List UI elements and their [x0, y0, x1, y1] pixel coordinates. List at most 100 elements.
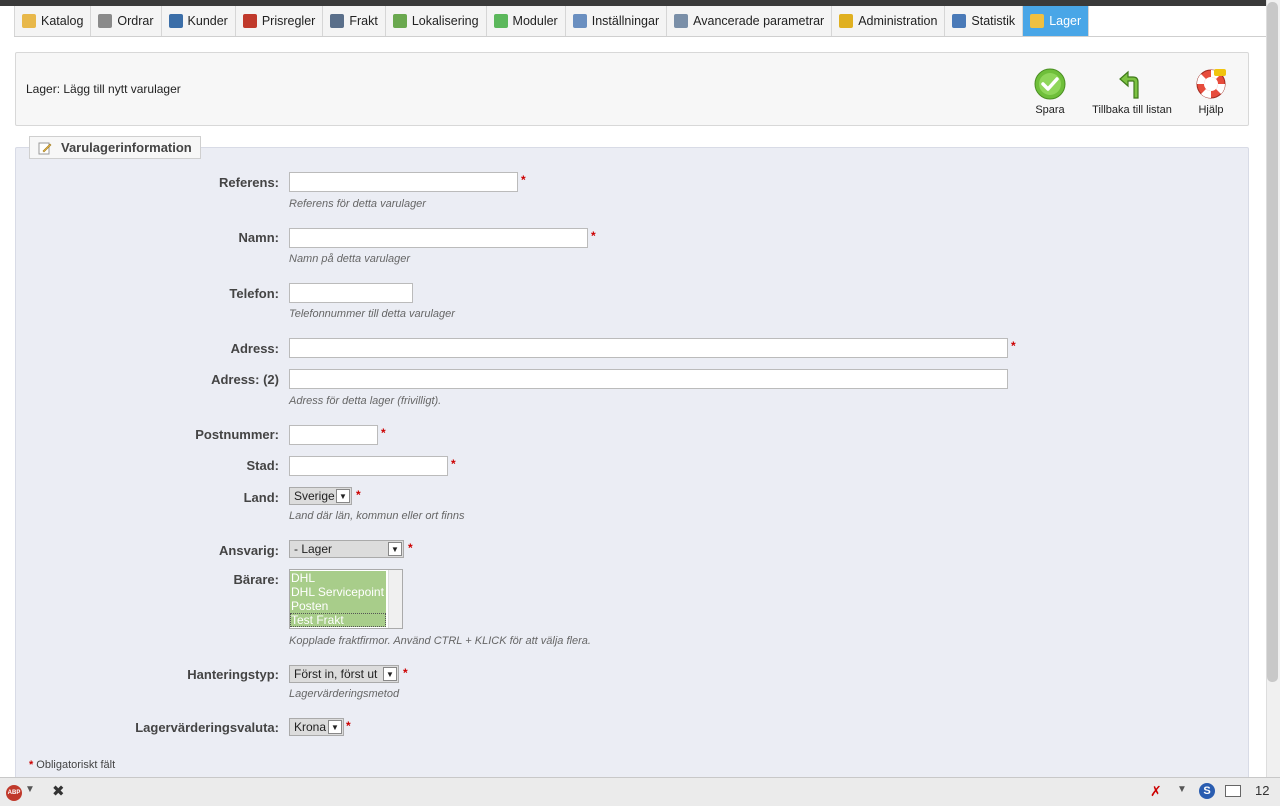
- fieldset-legend: Varulagerinformation: [29, 136, 201, 159]
- toolbar-header: Lager: Lägg till nytt varulager Spara Ti…: [15, 52, 1249, 126]
- postcode-label: Postnummer:: [195, 427, 279, 442]
- manager-select[interactable]: - Lager ▼: [289, 540, 404, 558]
- status-count: 12: [1255, 783, 1270, 798]
- s-addon-icon[interactable]: S: [1199, 783, 1215, 799]
- manager-selected: - Lager: [294, 542, 333, 556]
- tab-label: Prisregler: [261, 14, 316, 28]
- required-note: Obligatoriskt fält: [36, 759, 116, 771]
- checkmark-icon: [1034, 68, 1066, 100]
- country-select[interactable]: Sverige ▼: [289, 487, 352, 505]
- management-type-hint: Lagervärderingsmetod: [289, 688, 400, 700]
- wrench-icon: [674, 14, 689, 28]
- tab-label: Avancerade parametrar: [693, 14, 825, 28]
- currency-label: Lagervärderingsvaluta:: [135, 720, 279, 735]
- back-label: Tillbaka till listan: [1092, 104, 1172, 116]
- cart-icon: [98, 14, 113, 28]
- close-icon[interactable]: ✖: [52, 782, 65, 800]
- tab-prisregler[interactable]: Prisregler: [235, 6, 324, 36]
- edit-icon: [38, 142, 52, 154]
- tab-label: Lokalisering: [411, 14, 479, 28]
- carriers-listbox[interactable]: DHL DHL Servicepoint Posten Test Frakt: [289, 569, 403, 629]
- tab-statistik[interactable]: Statistik: [945, 6, 1024, 36]
- save-button[interactable]: Spara: [1032, 68, 1068, 116]
- help-button[interactable]: Hjälp: [1194, 68, 1228, 116]
- currency-selected: Krona: [294, 720, 327, 734]
- carrier-option[interactable]: Test Frakt: [290, 613, 386, 627]
- tab-label: Kunder: [187, 14, 228, 28]
- address2-label: Adress: (2): [211, 372, 279, 387]
- back-arrow-icon: [1119, 70, 1139, 99]
- name-label: Namn:: [238, 230, 279, 245]
- address-label: Adress:: [230, 341, 279, 356]
- required-marker: *: [29, 759, 34, 771]
- required-marker: *: [403, 666, 408, 680]
- adblock-label: ABP: [7, 790, 21, 796]
- tab-moduler[interactable]: Moduler: [486, 6, 566, 36]
- tab-ordrar[interactable]: Ordrar: [91, 6, 162, 36]
- required-marker: *: [381, 426, 386, 440]
- tab-kunder[interactable]: Kunder: [161, 6, 236, 36]
- required-marker: *: [451, 457, 456, 471]
- required-marker: *: [408, 541, 413, 555]
- help-label: Hjälp: [1198, 104, 1224, 116]
- manager-label: Ansvarig:: [219, 543, 279, 558]
- tab-label: Statistik: [971, 14, 1016, 28]
- tab-lager[interactable]: Lager: [1023, 6, 1090, 36]
- reference-label: Referens:: [219, 175, 279, 190]
- listbox-scrollbar[interactable]: [388, 570, 402, 628]
- phone-input[interactable]: [289, 283, 413, 303]
- country-hint: Land där län, kommun eller ort finns: [289, 510, 465, 522]
- management-type-select[interactable]: Först in, först ut ▼: [289, 665, 399, 683]
- tab-administration[interactable]: Administration: [832, 6, 946, 36]
- window-icon[interactable]: [1225, 785, 1241, 797]
- tab-label: Ordrar: [117, 14, 154, 28]
- carriers-label: Bärare:: [233, 572, 279, 587]
- lifebuoy-icon: [1196, 69, 1226, 99]
- required-marker: *: [356, 488, 361, 502]
- tab-avancerade-parametrar[interactable]: Avancerade parametrar: [667, 6, 833, 36]
- required-marker: *: [1011, 339, 1016, 353]
- city-input[interactable]: [289, 456, 448, 476]
- puzzle-icon: [493, 14, 508, 28]
- page-scrollbar-thumb[interactable]: [1267, 2, 1278, 682]
- tab-lokalisering[interactable]: Lokalisering: [385, 6, 487, 36]
- chevron-down-icon[interactable]: ▼: [25, 784, 35, 795]
- settings-icon: [572, 14, 587, 28]
- key-icon: [839, 14, 854, 28]
- main-nav-tabs: Katalog Ordrar Kunder Prisregler Frakt Lokali…: [14, 6, 1266, 37]
- phone-label: Telefon:: [229, 286, 279, 301]
- page-title: Lager: Lägg till nytt varulager: [26, 82, 181, 96]
- reference-input[interactable]: [289, 172, 518, 192]
- carrier-option[interactable]: DHL Servicepoint: [290, 585, 386, 599]
- address2-input[interactable]: [289, 369, 1008, 389]
- city-label: Stad:: [246, 458, 280, 473]
- management-type-label: Hanteringstyp:: [187, 667, 279, 682]
- currency-select[interactable]: Krona ▼: [289, 718, 344, 736]
- folder-icon: [22, 14, 36, 28]
- tab-label: Inställningar: [591, 14, 660, 28]
- globe-icon: [392, 14, 407, 28]
- tab-label: Moduler: [512, 14, 558, 28]
- name-input[interactable]: [289, 228, 588, 248]
- chevron-down-icon[interactable]: ▼: [1177, 784, 1187, 795]
- chevron-down-icon: ▼: [328, 720, 342, 734]
- adblock-icon[interactable]: ABP: [6, 785, 22, 801]
- tab-label: Katalog: [41, 14, 84, 28]
- tab-label: Lager: [1049, 14, 1082, 28]
- flash-blocked-icon[interactable]: ✗: [1150, 783, 1162, 800]
- postcode-input[interactable]: [289, 425, 378, 445]
- tab-inställningar[interactable]: Inställningar: [565, 6, 668, 36]
- country-label: Land:: [243, 490, 279, 505]
- carrier-option[interactable]: DHL: [290, 571, 386, 585]
- chart-icon: [952, 14, 967, 28]
- address-input[interactable]: [289, 338, 1008, 358]
- back-to-list-button[interactable]: Tillbaka till listan: [1088, 68, 1176, 116]
- required-footnote: * Obligatoriskt fält: [29, 759, 115, 771]
- stock-icon: [1030, 14, 1045, 28]
- country-selected: Sverige: [294, 489, 335, 503]
- price-rules-icon: [242, 14, 257, 28]
- address2-hint: Adress för detta lager (frivilligt).: [289, 395, 442, 407]
- tab-frakt[interactable]: Frakt: [323, 6, 386, 36]
- tab-katalog[interactable]: Katalog: [14, 6, 92, 36]
- carrier-option[interactable]: Posten: [290, 599, 386, 613]
